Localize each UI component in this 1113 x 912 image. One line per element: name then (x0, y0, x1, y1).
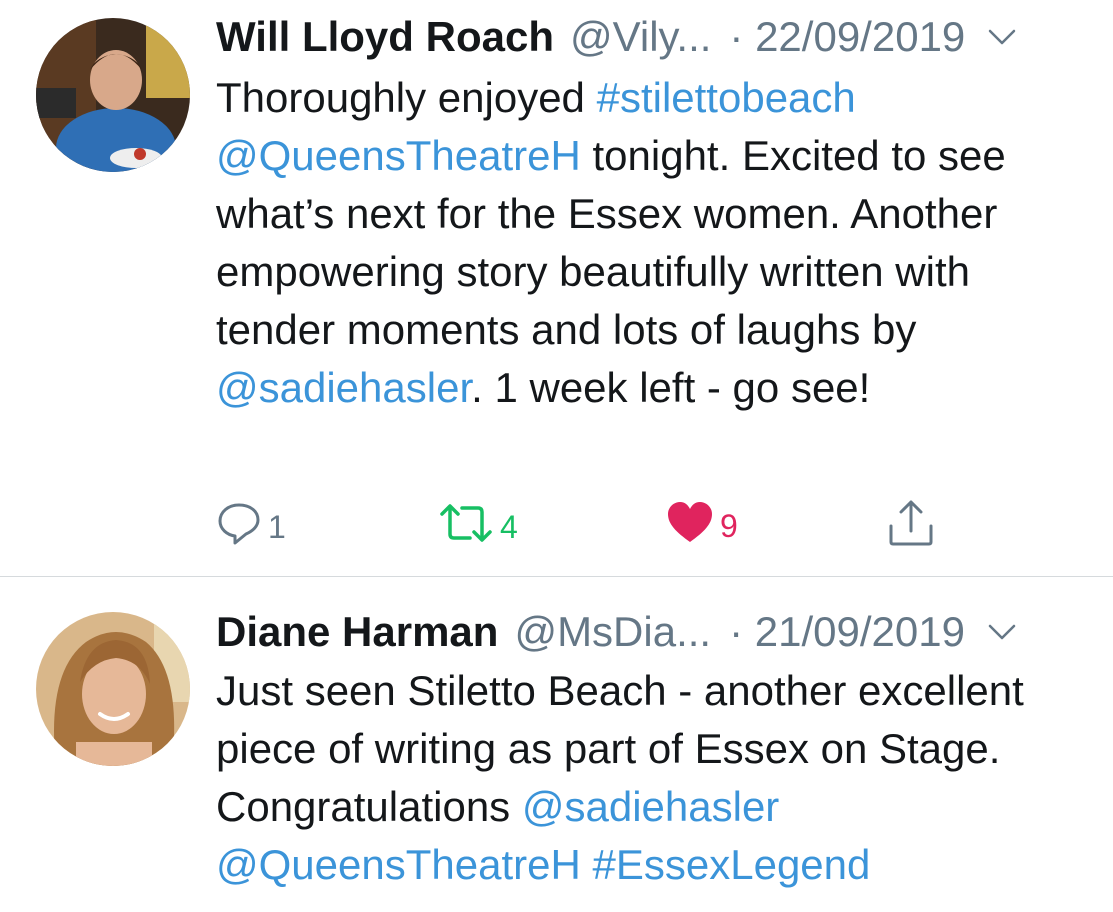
tweet-date[interactable]: · 22/09/2019 (729, 12, 965, 62)
text-segment: Thoroughly enjoyed (216, 74, 597, 121)
author-name[interactable]: Will Lloyd Roach (216, 12, 554, 62)
like-count: 9 (720, 507, 738, 544)
author-name[interactable]: Diane Harman (216, 607, 498, 657)
chevron-down-icon[interactable] (987, 27, 1017, 47)
author-handle[interactable]: @Vily... (570, 12, 711, 62)
mention-link[interactable]: @QueensTheatreH (216, 132, 581, 179)
mention-link[interactable]: @sadiehasler (216, 364, 471, 411)
heart-icon (666, 500, 714, 552)
tweet-actions: 1 4 9 (0, 494, 1113, 554)
text-segment (581, 841, 593, 888)
reply-count: 1 (268, 508, 286, 545)
chevron-down-icon[interactable] (987, 622, 1017, 642)
reply-icon (216, 500, 262, 554)
share-icon (886, 498, 936, 556)
avatar[interactable] (36, 612, 190, 766)
mention-link[interactable]: @sadiehasler (522, 783, 779, 830)
tweet[interactable]: Diane Harman @MsDia... · 21/09/2019 Just… (0, 577, 1113, 912)
tweet[interactable]: Will Lloyd Roach @Vily... · 22/09/2019 T… (0, 0, 1113, 576)
mention-link[interactable]: @QueensTheatreH (216, 841, 581, 888)
retweet-button[interactable]: 4 (438, 500, 518, 554)
tweet-text: Thoroughly enjoyed #stilettobeach @Queen… (216, 69, 1083, 417)
hashtag-link[interactable]: #stilettobeach (597, 74, 856, 121)
tweet-header: Diane Harman @MsDia... · 21/09/2019 (216, 607, 1073, 657)
like-button[interactable]: 9 (666, 500, 738, 552)
retweet-icon (438, 500, 494, 554)
tweet-date[interactable]: · 21/09/2019 (729, 607, 965, 657)
tweet-text: Just seen Stiletto Beach - another excel… (216, 662, 1083, 894)
reply-button[interactable]: 1 (216, 500, 286, 554)
share-button[interactable] (886, 498, 936, 556)
avatar[interactable] (36, 18, 190, 172)
hashtag-link[interactable]: #EssexLegend (593, 841, 871, 888)
text-segment: . 1 week left - go see! (471, 364, 871, 411)
tweet-header: Will Lloyd Roach @Vily... · 22/09/2019 (216, 12, 1073, 62)
author-handle[interactable]: @MsDia... (514, 607, 711, 657)
retweet-count: 4 (500, 508, 518, 545)
